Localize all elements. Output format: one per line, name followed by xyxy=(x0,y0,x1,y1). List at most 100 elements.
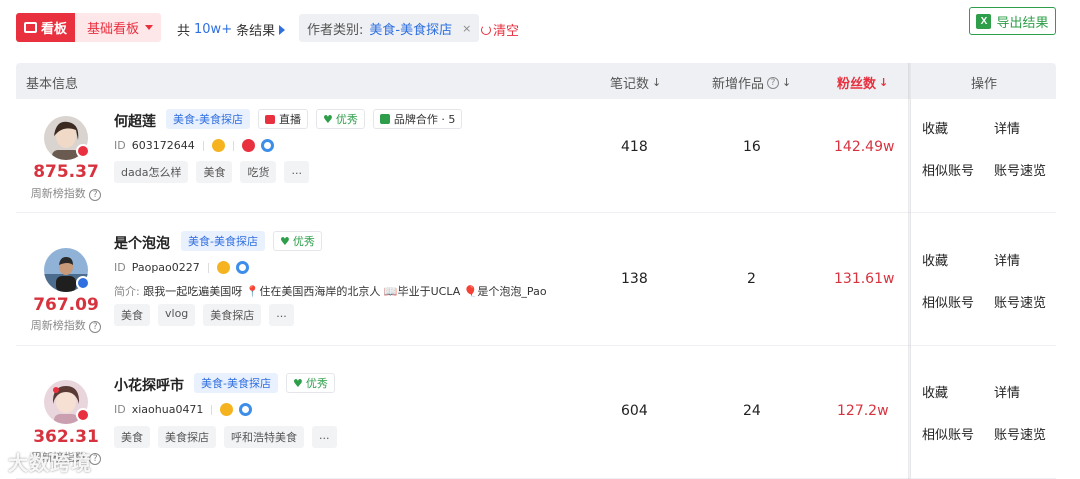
excellent-tag-label: 优秀 xyxy=(305,377,328,390)
header-fans-label: 粉丝数 xyxy=(837,77,877,92)
live-tag: 直播 xyxy=(257,109,308,129)
favorite-button[interactable]: 收藏 xyxy=(922,250,948,269)
fans-count: 127.2w xyxy=(837,403,889,419)
clear-label: 清空 xyxy=(493,24,520,39)
more-tags[interactable]: ... xyxy=(284,161,309,183)
excel-icon: X xyxy=(976,13,992,29)
weekly-index-label: 周新榜指数 ? xyxy=(16,185,116,201)
table-row: 767.09 周新榜指数 ? 是个泡泡 美食-美食探店 ♥ 优秀 ID Paop… xyxy=(16,213,1056,346)
topic-tag[interactable]: vlog xyxy=(158,304,196,326)
divider xyxy=(211,404,213,415)
similar-accounts-button[interactable]: 相似账号 xyxy=(922,292,974,311)
export-button[interactable]: X 导出结果 xyxy=(969,7,1056,35)
account-tags: 美食-美食探店 ♥ 优秀 xyxy=(194,373,335,393)
filter-chip-author-category[interactable]: 作者类别: 美食-美食探店 × xyxy=(299,14,480,42)
detail-button[interactable]: 详情 xyxy=(994,118,1020,137)
favorite-button[interactable]: 收藏 xyxy=(922,382,948,401)
kanban-text: 看板 xyxy=(41,22,68,37)
divider xyxy=(232,140,234,151)
account-id-line: ID xiaohua0471 xyxy=(114,403,253,416)
sort-down-icon[interactable]: ↓ xyxy=(782,76,791,89)
weekly-index-text: 周新榜指数 xyxy=(30,187,86,200)
board-dropdown[interactable]: 基础看板 xyxy=(75,13,162,42)
topic-tag[interactable]: 美食 xyxy=(114,426,150,448)
account-id-line: ID Paopao0227 xyxy=(114,261,249,274)
heart-icon: ♥ xyxy=(279,234,290,248)
account-id: Paopao0227 xyxy=(131,261,200,274)
new-works-count: 2 xyxy=(747,271,756,287)
account-id: xiaohua0471 xyxy=(131,403,204,416)
filter-value: 美食-美食探店 xyxy=(369,22,453,38)
check-icon xyxy=(241,139,255,152)
heart-icon: ♥ xyxy=(322,112,333,126)
more-tags[interactable]: ... xyxy=(269,304,294,326)
topic-tag[interactable]: 吃货 xyxy=(240,161,277,183)
kanban-label: 看板 xyxy=(16,13,76,42)
account-overview-button[interactable]: 账号速览 xyxy=(994,292,1046,311)
result-count: 共 10w+ 条结果 xyxy=(177,20,286,39)
heart-icon: ♥ xyxy=(292,376,303,390)
table-row: 362.31 周新榜指数 ? 小花探呼市 美食-美食探店 ♥ 优秀 ID xia… xyxy=(16,346,1056,479)
account-overview-button[interactable]: 账号速览 xyxy=(994,160,1046,179)
ring-icon xyxy=(260,139,274,152)
category-tag[interactable]: 美食-美食探店 xyxy=(181,231,265,251)
similar-accounts-button[interactable]: 相似账号 xyxy=(922,424,974,443)
detail-button[interactable]: 详情 xyxy=(994,382,1020,401)
new-works-count: 24 xyxy=(743,403,761,419)
sort-down-icon[interactable]: ↓ xyxy=(652,76,661,89)
topic-tag[interactable]: 美食 xyxy=(196,161,233,183)
header-notes[interactable]: 笔记数 ↓ xyxy=(610,73,661,92)
brand-coop-tag[interactable]: 品牌合作 · 5 xyxy=(372,109,463,129)
divider xyxy=(202,140,204,151)
brand-icon xyxy=(379,114,390,124)
favorite-button[interactable]: 收藏 xyxy=(922,118,948,137)
book-icon xyxy=(24,22,37,33)
header-new-works[interactable]: 新增作品 ? ↓ xyxy=(712,73,791,92)
category-tag[interactable]: 美食-美食探店 xyxy=(166,109,250,129)
watermark: 大数跨境 xyxy=(8,451,92,475)
account-tags: 美食-美食探店 直播 ♥ 优秀 品牌合作 · 5 xyxy=(166,109,463,129)
toolbar: 看板 基础看板 共 10w+ 条结果 作者类别: 美食-美食探店 × 清空 X … xyxy=(0,0,1080,58)
refresh-icon xyxy=(481,24,491,35)
sort-down-icon[interactable]: ↓ xyxy=(879,76,888,89)
header-basic-label: 基本信息 xyxy=(26,77,79,92)
account-name[interactable]: 何超莲 xyxy=(114,111,156,131)
account-id: 603172644 xyxy=(131,139,195,152)
result-number: 10w+ xyxy=(194,22,233,37)
account-overview-button[interactable]: 账号速览 xyxy=(994,424,1046,443)
notes-count: 138 xyxy=(621,271,648,287)
verified-badge xyxy=(76,144,90,158)
topic-tag[interactable]: 呼和浩特美食 xyxy=(224,426,304,448)
id-label: ID xyxy=(114,139,126,152)
account-name[interactable]: 是个泡泡 xyxy=(114,233,170,253)
more-tags[interactable]: ... xyxy=(312,426,337,448)
account-name[interactable]: 小花探呼市 xyxy=(114,375,184,395)
topic-tag[interactable]: 美食探店 xyxy=(158,426,216,448)
help-icon[interactable]: ? xyxy=(767,76,780,89)
header-fans[interactable]: 粉丝数 ↓ xyxy=(837,73,888,92)
excellent-tag-label: 优秀 xyxy=(335,113,358,126)
brand-coop-label: 品牌合作 · 5 xyxy=(393,113,456,126)
similar-accounts-button[interactable]: 相似账号 xyxy=(922,160,974,179)
weekly-index-text: 周新榜指数 xyxy=(30,319,86,332)
header-basic-info: 基本信息 xyxy=(26,73,78,92)
help-icon[interactable]: ? xyxy=(89,321,102,333)
fans-count: 131.61w xyxy=(834,271,895,287)
table-header: 基本信息 笔记数 ↓ 新增作品 ? ↓ 粉丝数 ↓ 操作 xyxy=(16,63,1056,99)
topic-tag[interactable]: 美食 xyxy=(114,304,150,326)
fans-count: 142.49w xyxy=(834,139,895,155)
close-icon[interactable]: × xyxy=(462,22,471,35)
board-selector[interactable]: 看板 基础看板 xyxy=(16,13,162,42)
verified-badge xyxy=(76,276,90,290)
divider xyxy=(207,262,209,273)
topic-tag[interactable]: 美食探店 xyxy=(203,304,262,326)
caret-right-icon[interactable] xyxy=(279,24,286,35)
category-tag[interactable]: 美食-美食探店 xyxy=(194,373,278,393)
help-icon[interactable]: ? xyxy=(89,189,102,201)
new-works-count: 16 xyxy=(743,139,761,155)
excellent-tag: ♥ 优秀 xyxy=(285,373,335,393)
detail-button[interactable]: 详情 xyxy=(994,250,1020,269)
clear-button[interactable]: 清空 xyxy=(481,20,519,39)
topic-tag[interactable]: dada怎么样 xyxy=(114,161,189,183)
ring-icon xyxy=(239,403,253,416)
